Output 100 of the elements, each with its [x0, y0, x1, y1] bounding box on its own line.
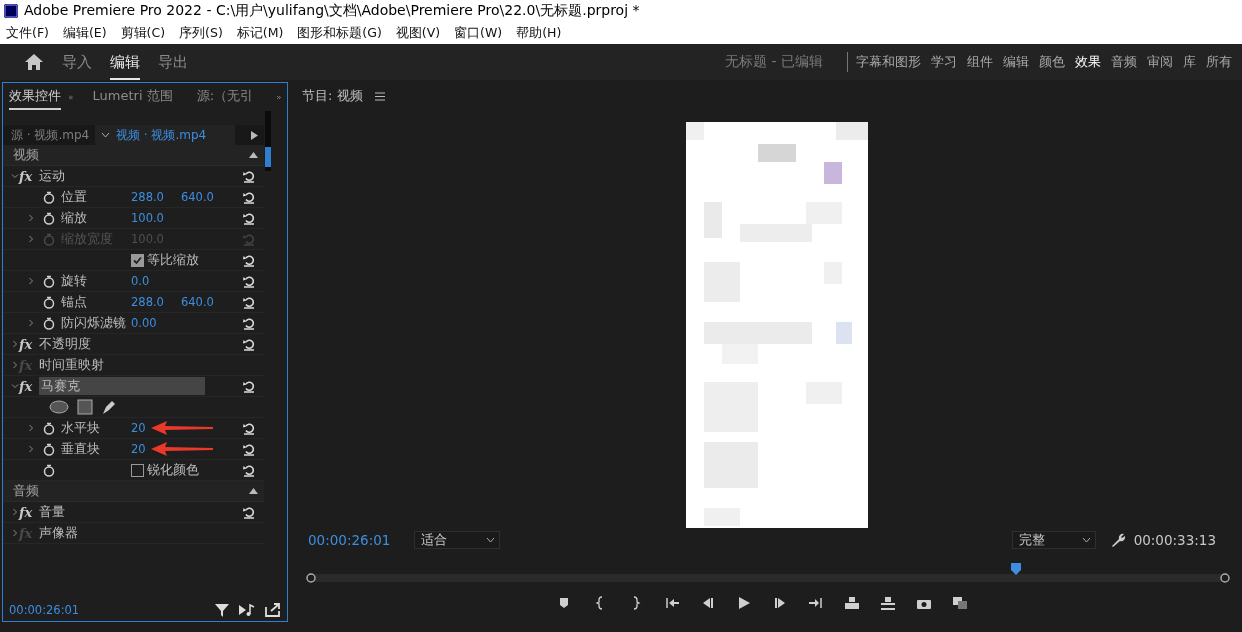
timecode: 00:00:26:01	[308, 532, 391, 548]
stopwatch-icon[interactable]	[43, 211, 55, 225]
checkbox[interactable]	[131, 253, 144, 267]
reset-icon[interactable]	[242, 211, 256, 225]
reset-icon[interactable]	[242, 505, 256, 519]
go-to-in-icon[interactable]	[664, 596, 680, 610]
effect-name[interactable]: 马赛克	[39, 377, 205, 395]
workspace-tab[interactable]: 音频	[1111, 53, 1137, 71]
param-value[interactable]: 100.0	[131, 211, 164, 225]
workspace-tab[interactable]: 组件	[967, 53, 993, 71]
reset-icon[interactable]	[242, 274, 256, 288]
checkbox[interactable]	[131, 463, 144, 477]
compare-icon[interactable]	[952, 596, 968, 610]
effect-name[interactable]: 声像器	[39, 524, 78, 542]
reset-icon[interactable]	[242, 253, 256, 267]
param-label: 垂直块	[61, 440, 100, 458]
stopwatch-icon[interactable]	[43, 463, 55, 477]
menu-item[interactable]: 文件(F)	[6, 24, 49, 42]
mode-tab[interactable]: 导入	[62, 44, 92, 80]
menu-item[interactable]: 剪辑(C)	[120, 24, 166, 42]
menu-item[interactable]: 帮助(H)	[516, 24, 562, 42]
ellipse-mask-icon[interactable]	[49, 400, 69, 414]
lift-icon[interactable]	[844, 596, 860, 610]
reset-icon[interactable]	[242, 463, 256, 477]
workspace-tab[interactable]: 字幕和图形	[856, 53, 921, 71]
collapse-icon[interactable]	[249, 152, 258, 158]
workspace-tab[interactable]: 颜色	[1039, 53, 1065, 71]
mode-tab[interactable]: 导出	[158, 44, 188, 80]
param-value[interactable]: 288.0	[131, 190, 164, 204]
menu-item[interactable]: 编辑(E)	[62, 24, 107, 42]
duration: 00:00:33:13	[1133, 532, 1216, 548]
source-label: 源 · 视频.mp4	[10, 126, 91, 144]
in-point-handle[interactable]	[306, 573, 316, 583]
panel-tab[interactable]: 效果控件	[9, 84, 61, 110]
pen-icon[interactable]	[101, 399, 117, 415]
reset-icon[interactable]	[242, 379, 256, 393]
caret-icon	[1081, 537, 1091, 543]
stopwatch-icon[interactable]	[43, 442, 55, 456]
effect-name[interactable]: 不透明度	[39, 335, 91, 353]
export-icon[interactable]	[265, 603, 281, 617]
menu-item[interactable]: 标记(M)	[236, 24, 284, 42]
checkbox-label: 等比缩放	[147, 251, 199, 269]
play-audio-icon[interactable]	[239, 603, 255, 617]
menu-item[interactable]: 图形和标题(G)	[297, 24, 382, 42]
collapse-icon[interactable]	[249, 488, 258, 494]
param-label: 旋转	[61, 272, 87, 290]
section-label: 视频	[13, 146, 39, 164]
param-value[interactable]: 0.0	[131, 274, 150, 288]
param-value[interactable]: 288.0	[131, 295, 164, 309]
fx-label: fx	[19, 168, 33, 184]
reset-icon[interactable]	[242, 442, 256, 456]
param-value[interactable]: 640.0	[180, 295, 214, 309]
reset-icon[interactable]	[242, 337, 256, 351]
param-value[interactable]: 0.00	[131, 316, 157, 330]
workspace-tab[interactable]: 库	[1183, 53, 1196, 71]
stopwatch-icon[interactable]	[43, 190, 55, 204]
reset-icon[interactable]	[242, 169, 256, 183]
param-value[interactable]: 640.0	[180, 190, 214, 204]
stopwatch-icon[interactable]	[43, 316, 55, 330]
menu-item[interactable]: 窗口(W)	[454, 24, 503, 42]
workspace-tab[interactable]: 学习	[931, 53, 957, 71]
extract-icon[interactable]	[880, 596, 896, 610]
param-label: 防闪烁滤镜	[61, 314, 126, 332]
reset-icon[interactable]	[242, 295, 256, 309]
menu-item[interactable]: 序列(S)	[179, 24, 223, 42]
stopwatch-icon[interactable]	[43, 295, 55, 309]
param-label: 位置	[61, 188, 87, 206]
arrow-icon	[151, 442, 213, 456]
workspace-tab[interactable]: 审阅	[1147, 53, 1173, 71]
out-point-handle[interactable]	[1220, 573, 1230, 583]
fx-label: fx	[19, 378, 33, 394]
workspace-tab[interactable]: 编辑	[1003, 53, 1029, 71]
workspace-tab[interactable]: 所有	[1206, 53, 1232, 71]
playhead[interactable]	[1009, 562, 1022, 576]
play-icon[interactable]	[736, 596, 752, 610]
fx-label: fx	[19, 504, 33, 520]
effect-name[interactable]: 运动	[39, 167, 65, 185]
filter-icon[interactable]	[215, 603, 229, 617]
param-value[interactable]: 20	[131, 442, 146, 456]
panel-tab[interactable]: Lumetri 范围	[92, 84, 173, 110]
home-icon[interactable]	[24, 53, 44, 71]
quality-dropdown[interactable]: 完整	[1011, 531, 1096, 549]
play-icon[interactable]	[251, 130, 258, 140]
clip-selector[interactable]: 视频 · 视频.mp4	[95, 125, 235, 145]
stopwatch-icon[interactable]	[43, 274, 55, 288]
panel-tab[interactable]: 源:（无引	[196, 84, 254, 110]
param-value[interactable]: 20	[131, 421, 146, 435]
reset-icon[interactable]	[242, 316, 256, 330]
zoom-dropdown[interactable]: 适合	[414, 531, 501, 549]
workspace-tab[interactable]: 效果	[1075, 53, 1101, 71]
reset-icon[interactable]	[242, 190, 256, 204]
effect-name[interactable]: 时间重映射	[39, 356, 104, 374]
caret-icon	[486, 537, 496, 543]
param-label: 缩放	[61, 209, 87, 227]
stopwatch-icon[interactable]	[43, 421, 55, 435]
effect-name[interactable]: 音量	[39, 503, 65, 521]
go-to-out-icon[interactable]	[808, 596, 824, 610]
menu-item[interactable]: 视图(V)	[395, 24, 441, 42]
reset-icon[interactable]	[242, 421, 256, 435]
caret-icon	[101, 132, 110, 138]
